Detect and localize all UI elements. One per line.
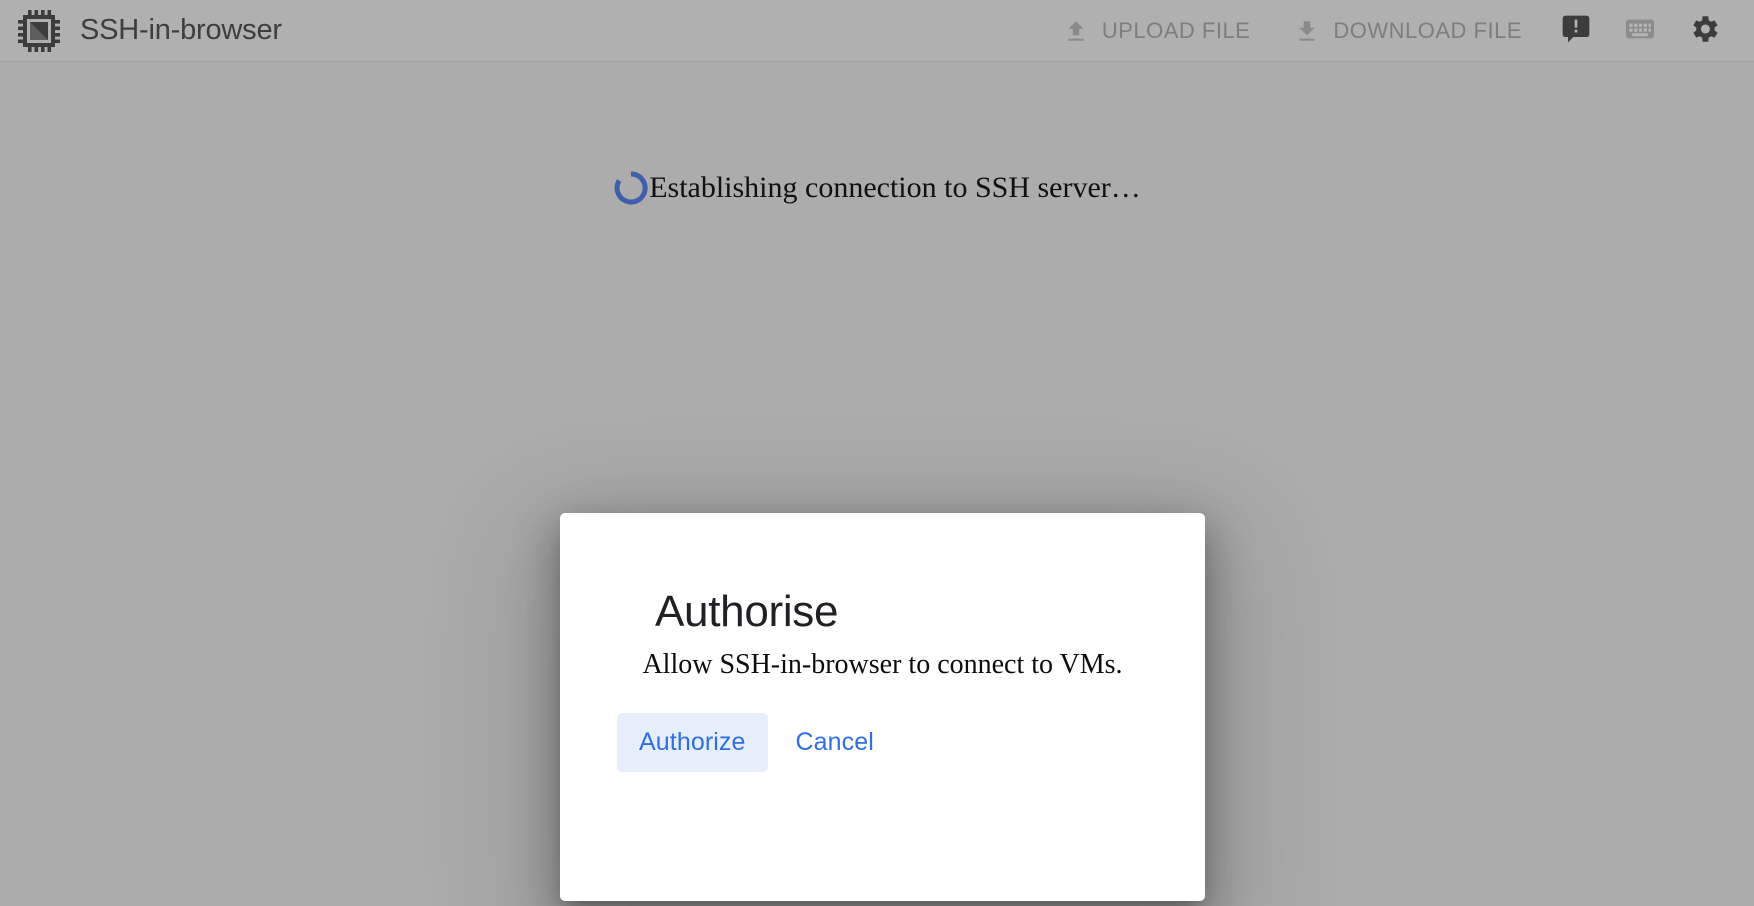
settings-gear-icon: [1687, 12, 1721, 49]
feedback-button[interactable]: [1544, 6, 1608, 56]
authorise-dialog: Authorise Allow SSH-in-browser to connec…: [560, 513, 1205, 901]
upload-arrow-icon: [1063, 18, 1089, 44]
page-body: Establishing connection to SSH server… A…: [0, 63, 1754, 906]
dialog-title: Authorise: [655, 587, 839, 636]
download-arrow-icon: [1294, 18, 1320, 44]
settings-button[interactable]: [1672, 6, 1736, 56]
download-file-label: DOWNLOAD FILE: [1333, 17, 1522, 43]
loading-spinner-icon: [613, 170, 649, 206]
keyboard-icon: [1624, 13, 1656, 48]
app-title: SSH-in-browser: [80, 14, 282, 46]
brand: SSH-in-browser: [16, 8, 282, 54]
feedback-icon: [1560, 13, 1592, 48]
keyboard-shortcuts-button[interactable]: [1608, 6, 1672, 56]
upload-file-label: UPLOAD FILE: [1101, 17, 1251, 43]
cancel-button[interactable]: Cancel: [774, 713, 896, 772]
upload-file-button[interactable]: UPLOAD FILE: [1041, 10, 1273, 52]
toolbar-actions: UPLOAD FILE DOWNLOAD FILE: [1041, 6, 1736, 56]
chip-icon: [16, 8, 62, 54]
connection-status: Establishing connection to SSH server…: [0, 170, 1754, 206]
dialog-body-text: Allow SSH-in-browser to connect to VMs.: [642, 649, 1123, 680]
download-file-button[interactable]: DOWNLOAD FILE: [1272, 10, 1544, 52]
authorize-button[interactable]: Authorize: [617, 713, 768, 772]
connection-status-text: Establishing connection to SSH server…: [649, 171, 1141, 204]
app-bar: SSH-in-browser UPLOAD FILE DOWNLOAD FILE: [0, 0, 1754, 62]
dialog-actions: Authorize Cancel: [617, 713, 896, 772]
